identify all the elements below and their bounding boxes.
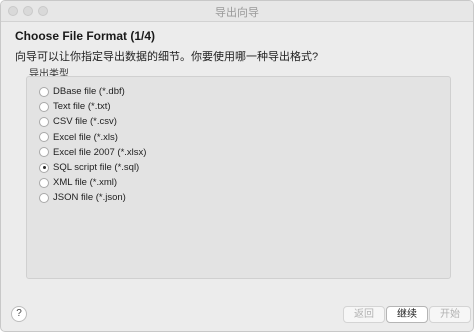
export-wizard-window: 导出向导 Choose File Format (1/4) 向导可以让你指定导出… xyxy=(0,0,474,332)
back-button[interactable]: 返回 xyxy=(343,306,385,323)
format-option-label: JSON file (*.json) xyxy=(53,192,126,204)
format-option-sql[interactable]: SQL script file (*.sql) xyxy=(39,160,146,175)
radio-button[interactable] xyxy=(39,116,49,127)
radio-button-selected[interactable] xyxy=(39,162,49,173)
format-option-label: XML file (*.xml) xyxy=(53,177,118,189)
radio-button[interactable] xyxy=(39,147,49,158)
format-option-xls[interactable]: Excel file (*.xls) xyxy=(39,130,146,145)
format-option-csv[interactable]: CSV file (*.csv) xyxy=(39,114,146,129)
format-option-label: Excel file (*.xls) xyxy=(53,131,118,143)
next-button[interactable]: 继续 xyxy=(386,306,428,323)
format-option-label: CSV file (*.csv) xyxy=(53,116,117,128)
format-option-xlsx[interactable]: Excel file 2007 (*.xlsx) xyxy=(39,145,146,160)
format-option-label: DBase file (*.dbf) xyxy=(53,86,125,98)
format-options-list: DBase file (*.dbf) Text file (*.txt) CSV… xyxy=(39,84,146,206)
format-option-dbf[interactable]: DBase file (*.dbf) xyxy=(39,84,146,99)
window-title: 导出向导 xyxy=(215,7,259,19)
radio-button[interactable] xyxy=(39,132,49,143)
step-heading: Choose File Format (1/4) xyxy=(15,29,156,43)
format-option-xml[interactable]: XML file (*.xml) xyxy=(39,175,146,190)
format-option-label: Text file (*.txt) xyxy=(53,101,111,113)
start-button[interactable]: 开始 xyxy=(429,306,471,323)
radio-button[interactable] xyxy=(39,86,49,97)
format-option-label: Excel file 2007 (*.xlsx) xyxy=(53,146,147,158)
format-option-label: SQL script file (*.sql) xyxy=(53,162,140,174)
format-option-json[interactable]: JSON file (*.json) xyxy=(39,190,146,205)
radio-button[interactable] xyxy=(39,101,49,112)
title-bar: 导出向导 xyxy=(1,1,473,22)
radio-button[interactable] xyxy=(39,177,49,188)
format-option-txt[interactable]: Text file (*.txt) xyxy=(39,99,146,114)
step-description: 向导可以让你指定导出数据的细节。你要使用哪一种导出格式? xyxy=(15,51,319,63)
help-button[interactable]: ? xyxy=(11,306,27,322)
export-type-group: DBase file (*.dbf) Text file (*.txt) CSV… xyxy=(26,76,451,279)
radio-button[interactable] xyxy=(39,192,49,203)
